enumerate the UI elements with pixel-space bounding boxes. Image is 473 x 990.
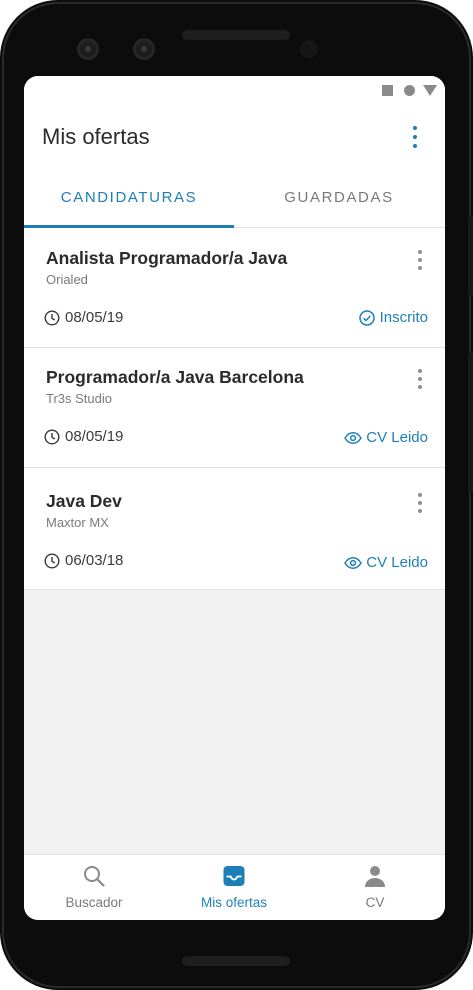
- status-badge: Inscrito: [358, 309, 428, 329]
- more-vert-icon[interactable]: [405, 124, 425, 152]
- list-item[interactable]: Analista Programador/a Java Orialed 08/0…: [24, 228, 445, 348]
- status-text: CV Leido: [366, 554, 428, 572]
- eye-icon: [344, 431, 363, 444]
- list-item[interactable]: Java Dev Maxtor MX 06/03/18 CV Leido: [24, 468, 445, 590]
- list-item[interactable]: Programador/a Java Barcelona Tr3s Studio…: [24, 348, 445, 468]
- power-button: [468, 215, 473, 295]
- earpiece-speaker: [182, 30, 290, 40]
- bottom-speaker: [182, 956, 290, 966]
- proximity-sensor: [300, 40, 318, 58]
- company-name: Orialed: [46, 272, 88, 287]
- nav-item-buscador[interactable]: Buscador: [24, 855, 164, 920]
- front-camera-secondary: [133, 38, 155, 60]
- nav-label: CV: [365, 895, 385, 910]
- status-text: CV Leido: [366, 429, 428, 447]
- status-badge: CV Leido: [344, 429, 428, 449]
- briefcase-icon: [223, 866, 245, 886]
- clock-icon: [44, 429, 60, 445]
- nav-label: Buscador: [65, 895, 123, 910]
- person-icon: [365, 866, 385, 887]
- application-date: 08/05/19: [65, 428, 124, 445]
- volume-button: [468, 352, 473, 492]
- front-camera: [77, 38, 99, 60]
- page-title: Mis ofertas: [42, 124, 150, 149]
- more-vert-icon[interactable]: [411, 367, 429, 391]
- nav-item-mis-ofertas[interactable]: Mis ofertas: [164, 855, 304, 920]
- search-icon: [84, 866, 105, 887]
- status-text: Inscrito: [379, 309, 428, 327]
- recents-icon: [382, 85, 393, 96]
- more-vert-icon[interactable]: [411, 248, 429, 272]
- job-title: Analista Programador/a Java: [46, 248, 288, 268]
- clock-icon: [44, 553, 60, 569]
- company-name: Tr3s Studio: [46, 391, 112, 406]
- bottom-navigation: Buscador Mis ofertas CV: [24, 854, 445, 920]
- phone-frame: Mis ofertas CANDIDATURAS GUARDADAS Anali…: [0, 0, 473, 990]
- app-bar: Mis ofertas: [24, 104, 445, 170]
- tab-bar: CANDIDATURAS GUARDADAS: [24, 170, 445, 228]
- signal-icon: [423, 85, 437, 96]
- application-date: 08/05/19: [65, 309, 124, 326]
- status-bar: [24, 76, 445, 104]
- app-screen: Mis ofertas CANDIDATURAS GUARDADAS Anali…: [24, 76, 445, 920]
- application-date: 06/03/18: [65, 552, 124, 569]
- tab-guardadas[interactable]: GUARDADAS: [234, 170, 444, 228]
- more-vert-icon[interactable]: [411, 491, 429, 515]
- nav-label: Mis ofertas: [200, 895, 268, 910]
- check-circle-icon: [358, 310, 375, 326]
- clock-icon: [44, 310, 60, 326]
- home-icon: [404, 85, 415, 96]
- tab-candidaturas[interactable]: CANDIDATURAS: [24, 170, 234, 228]
- job-title: Programador/a Java Barcelona: [46, 367, 304, 387]
- job-title: Java Dev: [46, 491, 122, 511]
- eye-icon: [344, 556, 363, 569]
- company-name: Maxtor MX: [46, 515, 109, 530]
- nav-item-cv[interactable]: CV: [305, 855, 445, 920]
- status-badge: CV Leido: [344, 554, 428, 574]
